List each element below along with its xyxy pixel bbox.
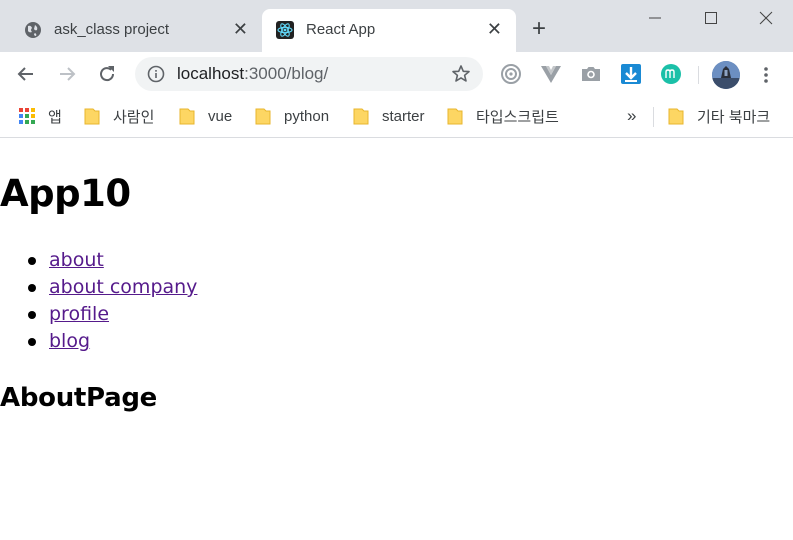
page-content: App10 about about company profile blog A… <box>0 138 793 540</box>
back-arrow-icon[interactable] <box>16 64 36 84</box>
browser-toolbar: localhost:3000/blog/ <box>0 52 793 96</box>
maximize-window-icon[interactable] <box>697 6 725 30</box>
profile-avatar[interactable] <box>712 61 740 89</box>
list-item: about company <box>0 275 197 302</box>
reload-icon[interactable] <box>97 64 117 84</box>
globe-icon <box>25 22 41 38</box>
close-tab-icon[interactable]: ✕ <box>233 19 248 39</box>
link-about-company[interactable]: about company <box>49 276 197 298</box>
bookmark-label: 사람인 <box>113 108 155 126</box>
folder-icon <box>179 108 195 125</box>
close-window-icon[interactable] <box>752 6 780 30</box>
page-subheading: AboutPage <box>0 383 157 413</box>
folder-icon <box>353 108 369 125</box>
bookmarks-overflow-button[interactable]: » <box>627 105 636 127</box>
bookmark-label: vue <box>208 107 233 125</box>
tab-react-app[interactable]: React App ✕ <box>262 9 516 52</box>
forward-arrow-icon[interactable] <box>57 64 77 84</box>
bookmark-label: python <box>284 107 330 125</box>
info-icon[interactable] <box>147 65 165 83</box>
bookmark-folder-saramin[interactable]: 사람인 <box>84 105 154 127</box>
bookmark-star-icon[interactable] <box>451 64 471 84</box>
list-item: about <box>0 248 197 275</box>
tab-title: ask_class project <box>54 21 170 38</box>
folder-icon <box>84 108 100 125</box>
download-icon[interactable] <box>619 62 643 86</box>
tab-strip: ask_class project ✕ React App ✕ + <box>0 0 793 52</box>
vue-devtools-icon[interactable] <box>539 62 563 86</box>
bookmark-label: 타입스크립트 <box>476 108 559 126</box>
menu-kebab-icon[interactable] <box>758 64 774 86</box>
page-title: App10 <box>0 172 131 215</box>
close-tab-icon[interactable]: ✕ <box>487 19 502 39</box>
bookmark-label: starter <box>382 107 425 125</box>
folder-icon <box>447 108 463 125</box>
link-profile[interactable]: profile <box>49 303 109 325</box>
toolbar-divider <box>698 66 699 84</box>
bookmarks-divider <box>653 107 654 127</box>
bookmark-folder-typescript[interactable]: 타입스크립트 <box>447 105 559 127</box>
minimize-window-icon[interactable] <box>641 6 669 30</box>
folder-icon <box>668 108 684 125</box>
folder-icon <box>255 108 271 125</box>
react-icon <box>276 21 294 39</box>
bookmark-label: 기타 북마크 <box>697 108 771 126</box>
extension-target-icon[interactable] <box>499 62 523 86</box>
bookmark-apps[interactable]: 앱 <box>19 105 62 127</box>
extension-m-icon[interactable] <box>659 62 683 86</box>
bookmarks-bar: 앱 사람인 vue python starter 타입스크립트 » 기타 북마크 <box>0 96 793 138</box>
bookmark-folder-python[interactable]: python <box>255 105 329 127</box>
bookmark-folder-vue[interactable]: vue <box>179 105 232 127</box>
nav-link-list: about about company profile blog <box>0 248 197 356</box>
apps-grid-icon <box>19 108 35 124</box>
list-item: blog <box>0 329 197 356</box>
list-item: profile <box>0 302 197 329</box>
link-about[interactable]: about <box>49 249 104 271</box>
url-path: :3000/blog/ <box>244 64 329 83</box>
new-tab-button[interactable]: + <box>532 17 546 41</box>
camera-icon[interactable] <box>579 62 603 86</box>
link-blog[interactable]: blog <box>49 330 90 352</box>
bookmark-label: 앱 <box>48 108 62 126</box>
address-bar[interactable]: localhost:3000/blog/ <box>135 57 483 91</box>
tab-ask-class-project[interactable]: ask_class project ✕ <box>10 9 262 52</box>
url-host: localhost <box>177 64 245 83</box>
tab-title: React App <box>306 21 376 38</box>
bookmark-folder-other[interactable]: 기타 북마크 <box>668 105 770 127</box>
url-text[interactable]: localhost:3000/blog/ <box>177 64 328 84</box>
bookmark-folder-starter[interactable]: starter <box>353 105 425 127</box>
